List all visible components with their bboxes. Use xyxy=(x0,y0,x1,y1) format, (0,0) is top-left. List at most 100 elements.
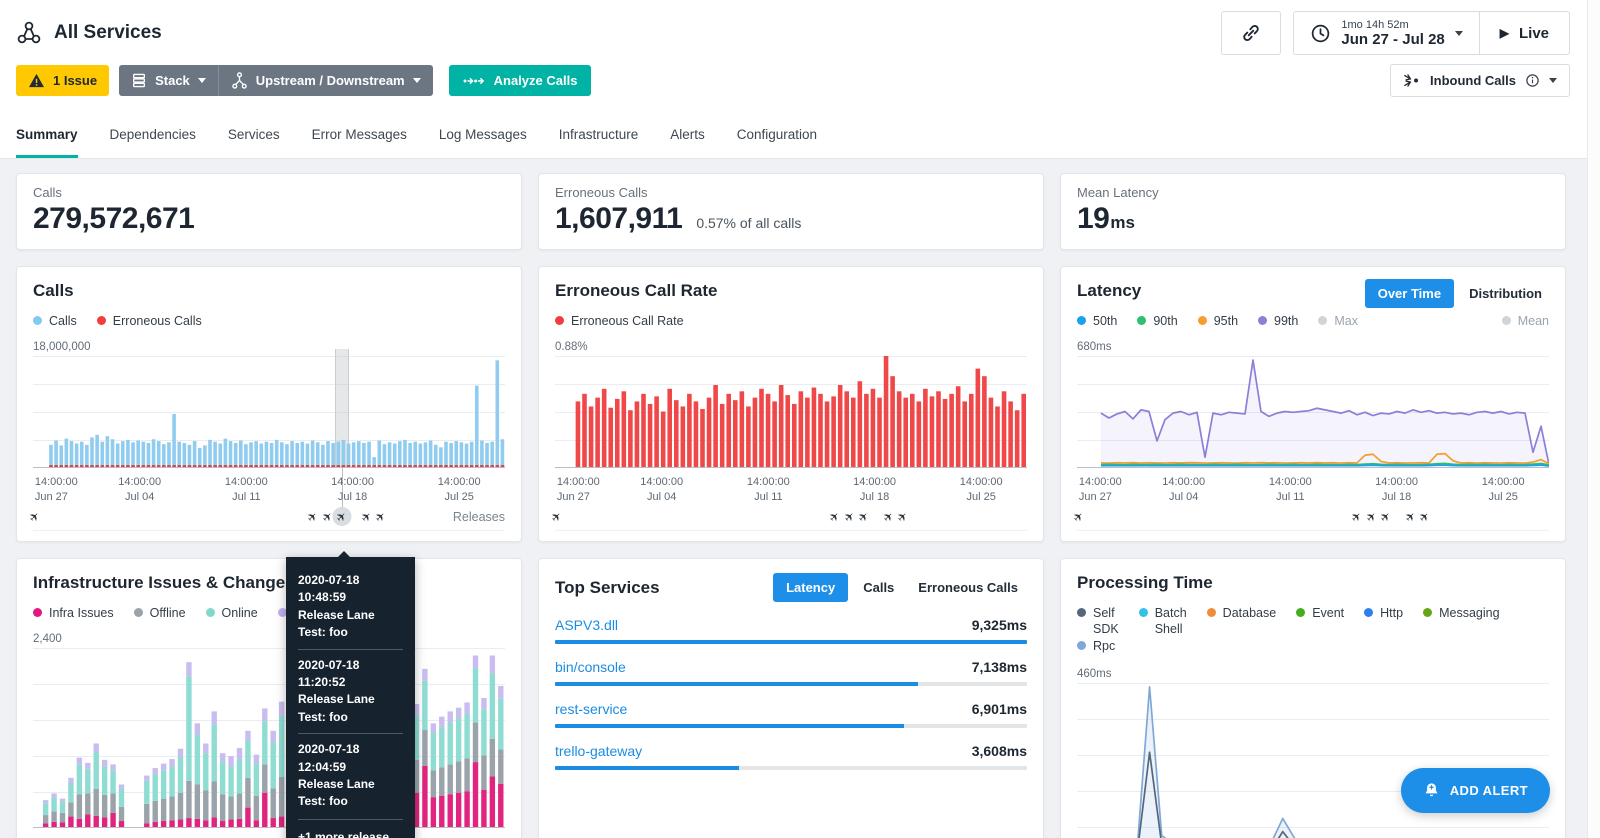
chart-title: Processing Time xyxy=(1077,573,1213,592)
time-range-picker[interactable]: 1mo 14h 52m Jun 27 - Jul 28 xyxy=(1294,12,1480,54)
legend-dot-icon xyxy=(1296,608,1306,617)
legend-item[interactable]: Erroneous Call Rate xyxy=(555,314,684,328)
legend-item[interactable]: Http xyxy=(1364,606,1403,637)
latency-chart[interactable] xyxy=(1077,356,1549,468)
chevron-down-icon xyxy=(412,78,421,83)
legend-item[interactable]: Offline xyxy=(133,606,186,620)
service-row: rest-service 6,901ms xyxy=(555,701,1027,728)
service-bar-track xyxy=(555,724,1027,728)
page-scrollbar[interactable] xyxy=(1587,0,1600,838)
legend-item[interactable]: Erroneous Calls xyxy=(96,314,202,328)
legend-dot-icon xyxy=(1077,316,1086,325)
legend-item[interactable]: Batch Shell xyxy=(1138,606,1187,637)
processing-time-chart[interactable] xyxy=(1077,682,1549,838)
y-axis-max-label: 18,000,000 xyxy=(33,341,91,353)
service-link[interactable]: trello-gateway xyxy=(555,743,642,759)
chart-legend: Infra IssuesOfflineOnlineChanges xyxy=(33,606,505,620)
analyze-calls-button[interactable]: Analyze Calls xyxy=(448,65,592,96)
release-entry: 2020-07-18 12:04:59 Release Lane Test: f… xyxy=(298,733,403,818)
legend-label: Mean xyxy=(1517,314,1549,328)
service-value: 7,138ms xyxy=(971,659,1027,675)
stack-button[interactable]: Stack xyxy=(119,65,219,96)
play-icon: ▶ xyxy=(1499,26,1509,40)
legend-dot-icon xyxy=(1423,608,1433,617)
legend-dot-icon xyxy=(555,316,564,325)
warning-icon xyxy=(29,73,44,88)
legend-item[interactable]: 99th xyxy=(1258,314,1298,328)
add-alert-button[interactable]: ADD ALERT xyxy=(1400,768,1550,813)
toggle-distribution[interactable]: Distribution xyxy=(1460,279,1551,308)
release-rocket-icon[interactable]: ✈ xyxy=(1415,507,1434,526)
live-button[interactable]: ▶ Live xyxy=(1480,12,1569,54)
x-tick-label: 14:00:00 Jun 27 xyxy=(1078,476,1122,503)
share-link-button[interactable] xyxy=(1221,11,1282,55)
release-rocket-icon[interactable]: ✈ xyxy=(547,507,566,526)
calls-chart[interactable] xyxy=(33,349,505,468)
chart-legend: Calls Erroneous Calls xyxy=(33,314,505,328)
legend-label: Self SDK xyxy=(1093,606,1119,636)
stat-label: Mean Latency xyxy=(1077,185,1159,200)
tab-error-messages[interactable]: Error Messages xyxy=(312,127,407,158)
stat-value: 1,607,911 xyxy=(555,202,683,235)
tab-dependencies[interactable]: Dependencies xyxy=(110,127,196,158)
more-releases-link[interactable]: +1 more release xyxy=(298,818,403,838)
release-rocket-icon[interactable]: ✈ xyxy=(1069,507,1088,526)
legend-item[interactable]: Messaging xyxy=(1423,606,1500,637)
tab-alerts[interactable]: Alerts xyxy=(670,127,705,158)
tab-services[interactable]: Services xyxy=(228,127,280,158)
release-text: Release Lane Test: foo xyxy=(298,776,375,809)
tab-log-messages[interactable]: Log Messages xyxy=(439,127,527,158)
inbound-calls-dropdown[interactable]: Inbound Calls xyxy=(1390,64,1570,97)
legend-item[interactable]: Online xyxy=(205,606,258,620)
legend-item[interactable]: 95th xyxy=(1197,314,1238,328)
time-live-group: 1mo 14h 52m Jun 27 - Jul 28 ▶ Live xyxy=(1293,11,1570,55)
app-header: All Services 1mo 14h 52m Jun 27 - Jul 28 xyxy=(0,0,1600,60)
legend-label: Erroneous Call Rate xyxy=(571,314,684,328)
infrastructure-issues-chart[interactable] xyxy=(33,648,505,828)
legend-item[interactable]: 50th xyxy=(1077,314,1117,328)
release-rocket-icon[interactable]: ✈ xyxy=(1376,507,1395,526)
legend-label: 90th xyxy=(1153,314,1178,328)
issue-badge[interactable]: 1 Issue xyxy=(16,65,110,96)
legend-label: Offline xyxy=(149,606,186,620)
legend-item[interactable]: Database xyxy=(1206,606,1276,637)
release-rocket-icon[interactable]: ✈ xyxy=(371,507,390,526)
main-content: Calls 279,572,671 Erroneous Calls 1,607,… xyxy=(0,159,1600,838)
legend-item[interactable]: Calls xyxy=(33,314,77,328)
upstream-downstream-button[interactable]: Upstream / Downstream xyxy=(218,65,433,96)
toggle-erroneous-calls[interactable]: Erroneous Calls xyxy=(909,573,1027,602)
y-axis-max-label: 680ms xyxy=(1077,341,1112,353)
toggle-over-time[interactable]: Over Time xyxy=(1364,279,1455,308)
stat-value: 279,572,671 xyxy=(33,202,195,235)
tab-configuration[interactable]: Configuration xyxy=(737,127,817,158)
service-link[interactable]: bin/console xyxy=(555,659,626,675)
toggle-latency[interactable]: Latency xyxy=(773,573,849,602)
release-rocket-icon[interactable]: ✈ xyxy=(25,507,44,526)
release-rocket-icon[interactable]: ✈ xyxy=(893,507,912,526)
release-entry: 2020-07-18 10:48:59 Release Lane Test: f… xyxy=(298,565,403,649)
stack-icon xyxy=(133,73,146,88)
legend-item[interactable]: Infra Issues xyxy=(33,606,114,620)
legend-item[interactable]: Self SDK xyxy=(1077,606,1119,637)
toggle-calls[interactable]: Calls xyxy=(854,573,903,602)
release-rocket-icon[interactable]: ✈ xyxy=(332,507,352,526)
legend-dot-icon xyxy=(1258,316,1268,325)
top-services-metric-toggle: Latency Calls Erroneous Calls xyxy=(773,573,1027,602)
legend-label: 99th xyxy=(1274,314,1299,328)
legend-item[interactable]: Event xyxy=(1296,606,1344,637)
toolbar: 1 Issue Stack Upstream / Downstream Anal… xyxy=(0,60,1600,111)
release-tooltip: 2020-07-18 10:48:59 Release Lane Test: f… xyxy=(286,550,415,838)
service-row: bin/console 7,138ms xyxy=(555,659,1027,686)
erroneous-call-rate-chart-card: Erroneous Call Rate Erroneous Call Rate … xyxy=(538,266,1044,542)
legend-item[interactable]: Rpc xyxy=(1077,639,1115,655)
erroneous-call-rate-chart[interactable] xyxy=(555,356,1027,468)
legend-item[interactable]: 90th xyxy=(1137,314,1178,328)
link-icon xyxy=(1243,25,1260,41)
tab-infrastructure[interactable]: Infrastructure xyxy=(559,127,639,158)
legend-item[interactable]: Mean xyxy=(1501,314,1549,328)
service-link[interactable]: rest-service xyxy=(555,701,627,717)
tab-summary[interactable]: Summary xyxy=(16,127,78,158)
service-link[interactable]: ASPV3.dll xyxy=(555,617,618,633)
legend-item[interactable]: Max xyxy=(1318,314,1358,328)
release-rocket-icon[interactable]: ✈ xyxy=(854,507,873,526)
